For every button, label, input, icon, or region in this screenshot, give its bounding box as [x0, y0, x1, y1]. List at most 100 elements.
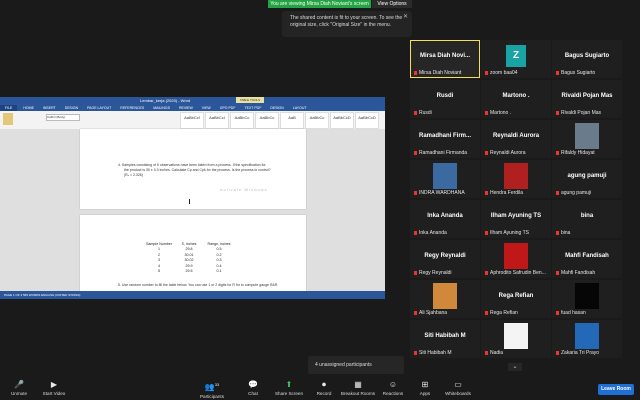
participant-tile[interactable]: agung pamuji agung pamuji — [552, 160, 622, 198]
participant-name-label: Aphrodito Safrudin Ben... — [485, 270, 546, 276]
tooltip-line-2: original size, click "Original Size" in … — [290, 22, 392, 28]
participant-tile[interactable]: Martono . Martono . — [481, 80, 551, 118]
participant-name-label: Reynaldi Aurora — [485, 150, 526, 156]
participant-tile[interactable]: Ilham Ayuning TS Ilham Ayuning TS — [481, 200, 551, 238]
word-ribbon: Calibri (Body) AaBbCcI AaBbCcI AaBbCc AaBbC… — [0, 111, 385, 130]
participant-tile[interactable]: INDRA WARDHANA — [410, 160, 480, 198]
style-swatch-0[interactable]: AaBbCcI — [180, 112, 204, 129]
participant-display-name: Mahfi Fandisah — [565, 253, 609, 259]
chat-button[interactable]: 💬 Chat — [240, 380, 266, 396]
participant-display-name: bina — [580, 213, 594, 219]
share-screen-icon: ⬆ — [285, 380, 293, 389]
participant-tile[interactable]: Regy Reynaldi Regy Reynaldi — [410, 240, 480, 278]
muted-mic-icon — [485, 310, 488, 315]
breakout-rooms-icon: ▦ — [354, 380, 362, 389]
muted-mic-icon — [414, 230, 417, 235]
question-5-line: 5. Use random number to fill the table b… — [118, 283, 278, 287]
participant-name-label: Mahfi Fandisah — [556, 270, 595, 276]
participant-tile[interactable]: Reynaldi Aurora Reynaldi Aurora — [481, 120, 551, 158]
participant-display-name: Rivaldi Pojan Mas — [561, 93, 613, 99]
participant-tile[interactable]: Zakaria Tri Prayo — [552, 320, 622, 358]
participant-display-name: Inka Ananda — [427, 213, 463, 219]
muted-mic-icon — [414, 70, 417, 75]
participant-tile[interactable]: Rifaldy Hidayat — [552, 120, 622, 158]
participant-tile[interactable]: Ramadhani Firm... Ramadhani Firmanda — [410, 120, 480, 158]
participant-video — [433, 283, 457, 309]
unmute-button[interactable]: 🎤 Unmute — [6, 380, 32, 396]
participant-tile[interactable]: Bagus Sugiarto Bagus Sugiarto — [552, 40, 622, 78]
participant-tile[interactable]: Mirsa Diah Novi... Mirsa Diah Noviant — [410, 40, 480, 78]
breakout-rooms-button[interactable]: ▦ Breakout Rooms — [338, 380, 378, 396]
muted-mic-icon — [485, 230, 488, 235]
table-header-cell: Sample Number — [146, 241, 172, 246]
muted-mic-icon — [414, 190, 417, 195]
record-button[interactable]: ⏺ Record — [312, 380, 336, 396]
share-screen-button[interactable]: ⬆ Share Screen — [272, 380, 306, 396]
text-cursor — [189, 199, 190, 204]
participant-video — [575, 283, 599, 309]
participant-tile[interactable]: Nadia — [481, 320, 551, 358]
start-video-button[interactable]: ▶ Start Video — [38, 380, 70, 396]
participant-tile[interactable]: fuad hasan — [552, 280, 622, 318]
muted-mic-icon — [556, 150, 559, 155]
participant-tile[interactable]: Ali Sjahbana — [410, 280, 480, 318]
table-row: 4 29.9 0.4 — [144, 263, 234, 269]
participant-name-label: Bagus Sugiarto — [556, 70, 595, 76]
reactions-button[interactable]: ☺ Reactions — [380, 380, 406, 396]
participant-tile[interactable]: Rusdi Rusdi — [410, 80, 480, 118]
muted-mic-icon — [556, 270, 559, 275]
style-swatch-2[interactable]: AaBbCc — [230, 112, 254, 129]
viewing-share-banner: You are viewing Mirsa Diah Noviant's scr… — [268, 0, 371, 8]
participant-tile[interactable]: bina bina — [552, 200, 622, 238]
apps-button[interactable]: ⊞ Apps — [414, 380, 436, 396]
view-options-button[interactable]: View Options — [372, 0, 412, 8]
participant-name-label: bina — [556, 230, 570, 236]
muted-mic-icon — [485, 190, 488, 195]
participant-tile[interactable]: Rega Refian Rega Refian — [481, 280, 551, 318]
style-swatch-6[interactable]: AaBbCcD — [330, 112, 354, 129]
font-name-box[interactable]: Calibri (Body) — [46, 114, 80, 121]
participant-name-label: zoom baa04 — [485, 70, 518, 76]
muted-mic-icon — [485, 270, 488, 275]
muted-mic-icon — [556, 190, 559, 195]
style-swatch-7[interactable]: AaBbCcD — [355, 112, 379, 129]
participant-display-name: Martono . — [502, 93, 530, 99]
participant-name-label: Rivaldi Pojan Mas — [556, 110, 601, 116]
participant-tile[interactable]: Hendra Ferdila — [481, 160, 551, 198]
muted-mic-icon — [556, 110, 559, 115]
participant-name-label: agung pamuji — [556, 190, 591, 196]
participant-name-label: Martono . — [485, 110, 511, 116]
sample-table: Sample Number X̄, inches Range, inches 1 29… — [144, 241, 234, 274]
participant-display-name: Bagus Sugiarto — [564, 53, 610, 59]
shared-screen: Lembar_kerja (2020) - Word TABLE TOOLS F… — [0, 97, 385, 299]
camera-icon: ▶ — [50, 380, 58, 389]
style-swatch-1[interactable]: AaBbCcI — [205, 112, 229, 129]
whiteboards-button[interactable]: ▭ Whiteboards — [442, 380, 474, 396]
participant-tile[interactable]: Inka Ananda Inka Ananda — [410, 200, 480, 238]
participant-name-label: Rifaldy Hidayat — [556, 150, 595, 156]
leave-room-button[interactable]: Leave Room — [598, 384, 634, 395]
word-titlebar: Lembar_kerja (2020) - Word TABLE TOOLS — [0, 97, 385, 105]
question-4-line-2: the product is 30 ± 0.3 inches. Calculat… — [124, 168, 271, 172]
participant-display-name: Ilham Ayuning TS — [490, 213, 542, 219]
chevron-down-icon[interactable]: ⌄ — [508, 363, 522, 371]
participant-name-label: INDRA WARDHANA — [414, 190, 465, 196]
participant-tile[interactable]: Zzoom baa04 — [481, 40, 551, 78]
muted-mic-icon — [414, 310, 417, 315]
close-icon[interactable]: ✕ — [403, 14, 408, 21]
participant-tile[interactable]: Aphrodito Safrudin Ben... — [481, 240, 551, 278]
apps-icon: ⊞ — [421, 380, 429, 389]
participant-display-name: Siti Habibah M — [424, 333, 466, 339]
participant-tile[interactable]: Siti Habibah M Siti Habibah M — [410, 320, 480, 358]
participant-video — [433, 163, 457, 189]
participant-tile[interactable]: Mahfi Fandisah Mahfi Fandisah — [552, 240, 622, 278]
style-swatch-4[interactable]: AaB — [280, 112, 304, 129]
style-swatch-5[interactable]: AaBbCc — [305, 112, 329, 129]
participants-button[interactable]: 👥33 Participants — [194, 380, 230, 399]
participant-display-name: Regy Reynaldi — [424, 253, 466, 259]
participant-tile[interactable]: Rivaldi Pojan Mas Rivaldi Pojan Mas — [552, 80, 622, 118]
style-swatch-3[interactable]: AaBbCc — [255, 112, 279, 129]
unassigned-participants-panel[interactable]: 4 unassigned participants — [308, 356, 404, 374]
participant-name-label: Rega Refian — [485, 310, 518, 316]
paste-icon[interactable] — [3, 113, 13, 125]
